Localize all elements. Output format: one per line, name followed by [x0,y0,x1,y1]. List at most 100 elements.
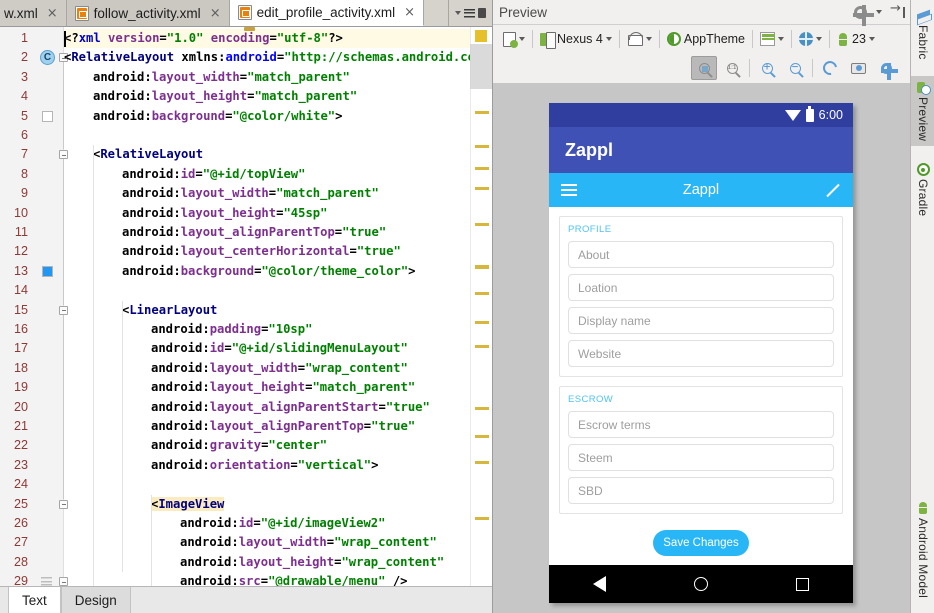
recents-icon[interactable] [796,577,809,591]
home-icon[interactable] [694,577,708,591]
warning-marker[interactable] [475,461,489,464]
sbd-field[interactable]: SBD [568,477,834,504]
color-swatch-gutter[interactable] [42,110,53,122]
code-text[interactable]: <?xml version="1.0" encoding="utf-8"?> <R… [64,27,492,586]
about-field[interactable]: About [568,241,834,268]
editor-tab-0[interactable]: w.xml × [0,0,67,26]
website-field[interactable]: Website [568,340,834,367]
steem-field[interactable]: Steem [568,444,834,471]
color-swatch-gutter[interactable] [42,265,53,277]
tab-text[interactable]: Text [8,587,61,613]
vcs-change-badge[interactable]: C [40,50,55,66]
orientation-button[interactable] [622,28,657,50]
line-number: 15 [13,302,28,317]
zoom-actual-size-button[interactable]: 1:1 [719,56,745,80]
code-line[interactable]: <?xml version="1.0" encoding="utf-8"?> [64,29,343,48]
tab-list-controls[interactable] [448,0,492,26]
warning-marker[interactable] [475,187,489,190]
code-line[interactable]: android:layout_height="wrap_content" [180,553,444,572]
zoom-out-button[interactable]: − [782,56,808,80]
code-line[interactable]: android:layout_width="match_parent" [122,184,379,203]
editor-tab-2[interactable]: edit_profile_activity.xml × [229,0,425,26]
code-line[interactable]: android:id="@+id/slidingMenuLayout" [151,339,408,358]
close-icon[interactable]: × [210,7,221,20]
theme-selector-button[interactable]: AppTheme [662,28,750,50]
zoom-fit-button[interactable] [691,56,717,80]
code-line[interactable]: android:padding="10sp" [151,320,312,339]
code-line[interactable]: android:layout_alignParentTop="true" [122,223,386,242]
marker-scrollbar[interactable] [470,27,492,586]
preview-settings-button[interactable] [873,56,899,80]
gear-icon[interactable] [853,4,874,26]
code-line[interactable]: android:layout_height="match_parent" [93,87,357,106]
code-editor[interactable]: 1 2 3 4 5 6 7 8 9 10 11 12 13 14 15 16 17 18 19 20 21 22 23 24 2… [0,27,492,586]
display-name-field[interactable]: Display name [568,307,834,334]
code-line[interactable]: android:layout_centerHorizontal="true" [122,242,401,261]
warning-marker[interactable] [475,111,489,114]
code-line[interactable]: android:gravity="center" [151,436,327,455]
lock-icon[interactable] [478,8,486,18]
warning-marker[interactable] [475,223,489,226]
locale-selector-button[interactable] [794,28,827,50]
code-line[interactable]: <ImageView [151,495,225,514]
drawable-preview-icon[interactable] [41,577,52,586]
line-number: 4 [20,89,28,104]
warning-marker[interactable] [475,345,489,348]
back-icon[interactable] [593,576,606,592]
chevron-down-icon[interactable] [876,10,882,14]
device-preview-canvas[interactable]: 6:00 Zappl Zappl PROFILE About Loation D… [493,83,911,613]
warning-marker[interactable] [475,407,489,410]
code-line[interactable]: android:id="@+id/topView" [122,165,305,184]
code-line[interactable]: android:background="@color/white"> [93,107,343,126]
code-line[interactable]: android:layout_height="match_parent" [151,378,415,397]
code-line[interactable]: android:layout_width="match_parent" [93,68,350,87]
warning-marker[interactable] [475,265,489,269]
close-icon[interactable]: × [47,7,58,20]
tab-list-icon[interactable] [464,8,475,18]
code-line[interactable]: android:layout_alignParentTop="true" [151,417,415,436]
location-field[interactable]: Loation [568,274,834,301]
zoom-in-button[interactable]: + [754,56,780,80]
editor-top-handle[interactable] [244,27,255,31]
tab-design[interactable]: Design [60,587,131,613]
code-line[interactable]: android:orientation="vertical"> [151,456,378,475]
warning-marker[interactable] [475,145,489,148]
tool-tab-fabric[interactable]: Fabric [911,4,934,65]
code-line[interactable]: android:layout_width="wrap_content" [151,359,408,378]
save-changes-button[interactable]: Save Changes [653,530,749,556]
code-line[interactable]: <RelativeLayout [93,145,203,164]
scrollbar-thumb[interactable] [470,44,492,89]
warning-marker[interactable] [475,321,489,324]
editor-tab-1[interactable]: follow_activity.xml × [66,0,230,26]
code-line[interactable]: android:src="@drawable/menu" /> [180,572,408,586]
close-icon[interactable]: × [404,6,415,19]
activity-selector-button[interactable] [755,28,789,50]
escrow-terms-field[interactable]: Escrow terms [568,411,834,438]
code-line[interactable]: android:layout_width="wrap_content" [180,533,437,552]
code-line[interactable]: <LinearLayout [122,301,217,320]
line-number: 11 [14,225,28,239]
code-line[interactable]: android:background="@color/theme_color"> [122,262,416,281]
refresh-button[interactable] [817,56,843,80]
code-line[interactable]: android:layout_alignParentStart="true" [151,398,430,417]
screenshot-button[interactable] [845,56,871,80]
warning-marker[interactable] [475,435,489,438]
tool-tab-android-model[interactable]: Android Model [911,496,934,603]
tool-tab-preview[interactable]: Preview [911,76,934,147]
code-line[interactable]: android:layout_height="45sp" [122,204,327,223]
device-frame: 6:00 Zappl Zappl PROFILE About Loation D… [549,103,853,603]
hide-panel-icon[interactable] [890,1,905,18]
device-selector-button[interactable]: Nexus 4 [535,28,617,50]
device-config-button[interactable] [498,28,530,50]
edit-pencil-icon[interactable] [826,183,841,198]
warning-marker[interactable] [475,292,489,295]
warning-marker[interactable] [475,167,489,170]
line-number: 14 [13,283,28,298]
code-line[interactable]: android:id="@+id/imageView2" [180,514,385,533]
tool-tab-gradle[interactable]: Gradle [911,158,934,221]
chevron-down-icon[interactable] [455,11,461,15]
warning-marker[interactable] [475,517,489,520]
code-line[interactable]: <RelativeLayout xmlns:android="http://sc… [64,48,492,67]
api-level-button[interactable]: 23 [832,28,880,50]
api-level-label: 23 [852,32,866,46]
